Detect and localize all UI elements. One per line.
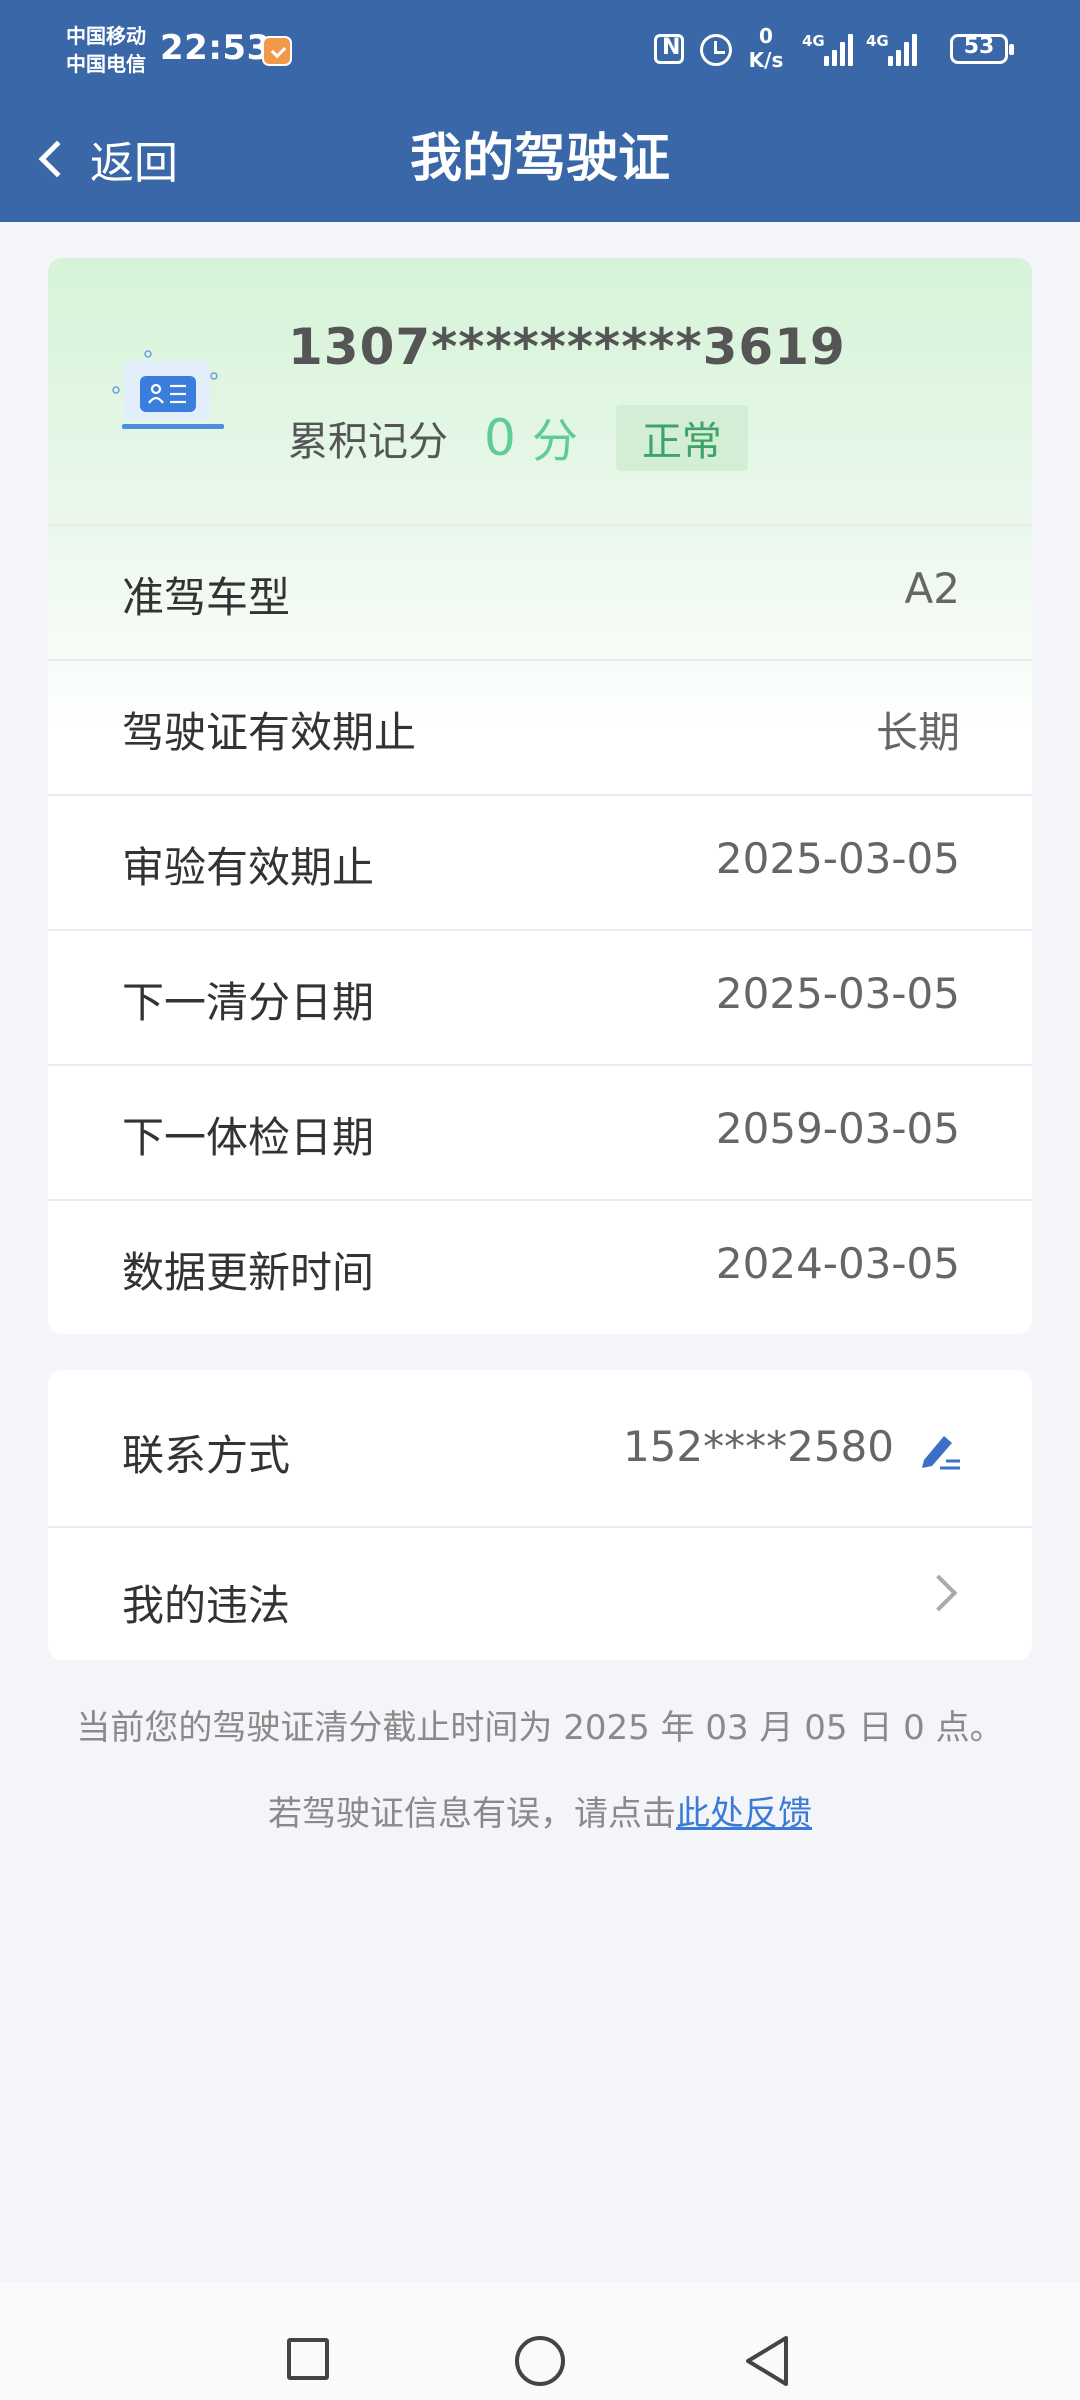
- detail-row-data-updated: 数据更新时间 2024-03-05: [48, 1199, 1032, 1334]
- network-speed-value: 0: [759, 24, 773, 48]
- driver-license-icon: [112, 350, 224, 429]
- detail-row-next-medical-date: 下一体检日期 2059-03-05: [48, 1064, 1032, 1199]
- clear-deadline-note: 当前您的驾驶证清分截止时间为 2025 年 03 月 05 日 0 点。: [76, 1708, 1004, 1748]
- nfc-icon: [654, 34, 684, 64]
- carrier-names: 中国移动 中国电信: [66, 22, 146, 78]
- detail-label: 数据更新时间: [122, 1248, 375, 1297]
- contact-row[interactable]: 联系方式 152****2580: [48, 1370, 1032, 1526]
- detail-row-next-clear-date: 下一清分日期 2025-03-05: [48, 929, 1032, 1064]
- network-speed-unit: K/s: [748, 48, 784, 72]
- status-bar: 中国移动 中国电信 22:53 0 K/s 4G 4G: [0, 0, 1080, 96]
- home-button[interactable]: [515, 2336, 565, 2386]
- points-label: 累积记分: [288, 419, 448, 465]
- points-row: 累积记分 0 分 正常: [288, 405, 748, 471]
- navigation-header: 返回 我的驾驶证: [0, 96, 1080, 222]
- detail-row-inspection-expiry: 审验有效期止 2025-03-05: [48, 794, 1032, 929]
- system-icons: 0 K/s 4G 4G 53: [494, 24, 1014, 74]
- detail-row-vehicle-class: 准驾车型 A2: [48, 524, 1032, 659]
- signal-icon: 4G: [802, 32, 853, 66]
- app-notification-icon: [262, 36, 292, 66]
- recent-apps-button[interactable]: [287, 2338, 329, 2380]
- status-badge: 正常: [615, 405, 748, 471]
- points-unit: 分: [531, 414, 578, 468]
- detail-value: 长期: [875, 708, 960, 757]
- detail-value: 2024-03-05: [715, 1239, 960, 1288]
- battery-icon: 53: [950, 34, 1014, 64]
- signal-type-label: 4G: [802, 32, 825, 50]
- signal-icon: 4G: [866, 32, 917, 66]
- top-bar: 中国移动 中国电信 22:53 0 K/s 4G 4G: [0, 0, 1080, 222]
- system-navigation-bar: [0, 2282, 1080, 2400]
- contact-phone: 152****2580: [622, 1422, 894, 1471]
- detail-value: 2025-03-05: [715, 834, 960, 883]
- alarm-icon: [700, 34, 732, 66]
- detail-row-license-expiry: 驾驶证有效期止 长期: [48, 659, 1032, 794]
- system-back-button[interactable]: [742, 2334, 792, 2388]
- license-card: 1307**********3619 累积记分 0 分 正常 准驾车型 A2 驾…: [48, 258, 1032, 1334]
- contact-card: 联系方式 152****2580 我的违法: [48, 1370, 1032, 1660]
- page-title: 我的驾驶证: [409, 129, 670, 189]
- detail-value: 2059-03-05: [715, 1104, 960, 1153]
- carrier-2: 中国电信: [66, 52, 146, 76]
- signal-type-label: 4G: [866, 32, 889, 50]
- license-number: 1307**********3619: [288, 318, 846, 376]
- battery-level: 53: [963, 34, 995, 59]
- detail-value: 2025-03-05: [715, 969, 960, 1018]
- network-speed: 0 K/s: [742, 24, 790, 72]
- chevron-right-icon: [920, 1574, 958, 1612]
- detail-label: 审验有效期止: [122, 843, 375, 892]
- feedback-link[interactable]: 此处反馈: [676, 1794, 812, 1834]
- violations-label: 我的违法: [122, 1581, 291, 1630]
- contact-label: 联系方式: [122, 1431, 291, 1480]
- points-value: 0: [484, 409, 516, 467]
- feedback-note: 若驾驶证信息有误，请点击此处反馈: [0, 1786, 1080, 1835]
- edit-icon[interactable]: [918, 1428, 962, 1472]
- feedback-prefix: 若驾驶证信息有误，请点击: [268, 1794, 676, 1834]
- detail-label: 准驾车型: [122, 573, 291, 622]
- carrier-1: 中国移动: [66, 24, 146, 48]
- detail-label: 驾驶证有效期止: [122, 708, 417, 757]
- status-clock: 22:53: [160, 28, 271, 68]
- my-violations-row[interactable]: 我的违法: [48, 1526, 1032, 1660]
- detail-value: A2: [904, 564, 960, 613]
- detail-label: 下一体检日期: [122, 1113, 375, 1162]
- detail-label: 下一清分日期: [122, 978, 375, 1027]
